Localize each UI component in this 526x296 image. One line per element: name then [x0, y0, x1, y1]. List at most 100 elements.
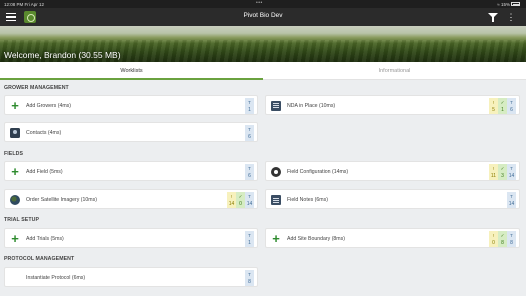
- total-badge: T6: [245, 164, 254, 180]
- card-add-site-boundary[interactable]: + Add Site Boundary (8ms) ! 0 ✓ 8 T8: [265, 228, 520, 248]
- check-icon: ✓: [238, 193, 243, 199]
- total-symbol: T: [248, 126, 251, 132]
- card-instantiate-protocol[interactable]: Instantiate Protocol (6ms) T8: [4, 267, 258, 287]
- contacts-icon: [10, 128, 20, 138]
- total-count: 1: [248, 239, 251, 246]
- total-count: 8: [248, 278, 251, 285]
- badge-group: ! 0 ✓ 8 T8: [489, 231, 516, 247]
- complete-badge: ✓ 8: [498, 231, 507, 247]
- app-title: Pivot Bio Dev: [243, 12, 283, 19]
- notes-icon: [271, 195, 281, 205]
- time-text: 12:08 PM: [4, 1, 24, 7]
- complete-badge: ✓ 0: [236, 192, 245, 208]
- card-label: Instantiate Protocol (6ms): [26, 274, 86, 281]
- globe-icon: [10, 195, 20, 205]
- multitask-dots[interactable]: •••: [256, 0, 263, 6]
- total-badge: T6: [245, 125, 254, 141]
- total-symbol: T: [510, 193, 513, 199]
- plus-icon: +: [11, 98, 19, 113]
- tab-bar: Worklists Informational: [0, 62, 526, 80]
- card-label: Add Growers (4ms): [26, 102, 71, 109]
- card-contacts[interactable]: Contacts (4ms) T6: [4, 122, 258, 142]
- total-symbol: T: [248, 99, 251, 105]
- total-symbol: T: [248, 165, 251, 171]
- total-badge: T8: [507, 231, 516, 247]
- card-order-satellite-imagery[interactable]: Order Satellite Imagery (10ms) ! 14 ✓ 0 T1…: [4, 189, 258, 209]
- warning-badge: ! 11: [489, 164, 498, 180]
- app-bar: Pivot Bio Dev ⋮: [0, 8, 526, 26]
- total-count: 14: [508, 200, 515, 207]
- status-time: 12:08 PM Fri Apr 12: [4, 2, 44, 7]
- card-label: Add Site Boundary (8ms): [287, 235, 345, 242]
- badge-group: T8: [245, 270, 254, 286]
- card-label: Contacts (4ms): [26, 129, 62, 136]
- total-count: 14: [508, 172, 515, 179]
- tab-informational[interactable]: Informational: [263, 62, 526, 80]
- complete-count: 1: [501, 106, 504, 113]
- total-badge: T6: [507, 98, 516, 114]
- total-badge: T 14: [507, 192, 516, 208]
- total-badge: T1: [245, 231, 254, 247]
- card-add-trials[interactable]: + Add Trials (5ms) T1: [4, 228, 258, 248]
- warning-count: 5: [492, 106, 495, 113]
- check-icon: ✓: [500, 232, 505, 238]
- badge-group: T 14: [507, 192, 516, 208]
- total-symbol: T: [248, 232, 251, 238]
- welcome-text: Welcome, Brandon (30.55 MB): [4, 50, 121, 60]
- total-badge: T 14: [245, 192, 254, 208]
- card-label: Field Configuration (14ms): [287, 168, 349, 175]
- total-badge: T 14: [507, 164, 516, 180]
- badge-group: ! 11 ✓ 3 T 14: [489, 164, 516, 180]
- total-symbol: T: [510, 99, 513, 105]
- card-nda-in-place[interactable]: NDA in Place (10ms) ! 5 ✓ 1 T6: [265, 95, 520, 115]
- gear-icon: [271, 167, 281, 177]
- warning-symbol: !: [492, 165, 495, 171]
- card-label: NDA in Place (10ms): [287, 102, 336, 109]
- complete-count: 8: [501, 239, 504, 246]
- total-badge: T1: [245, 98, 254, 114]
- section-fields: FIELDS: [4, 151, 24, 157]
- card-field-configuration[interactable]: Field Configuration (14ms) ! 11 ✓ 3 T 14: [265, 161, 520, 181]
- card-add-growers[interactable]: + Add Growers (4ms) T1: [4, 95, 258, 115]
- card-field-notes[interactable]: Field Notes (6ms) T 14: [265, 189, 520, 209]
- section-protocol-management: PROTOCOL MANAGEMENT: [4, 256, 75, 262]
- warning-count: 11: [490, 172, 497, 179]
- card-add-field[interactable]: + Add Field (5ms) T6: [4, 161, 258, 181]
- total-count: 14: [246, 200, 253, 207]
- total-badge: T8: [245, 270, 254, 286]
- complete-badge: ✓ 3: [498, 164, 507, 180]
- warning-symbol: !: [492, 99, 495, 105]
- status-right: ≈ 15%: [497, 2, 520, 7]
- complete-badge: ✓ 1: [498, 98, 507, 114]
- document-icon: [271, 101, 281, 111]
- badge-group: T6: [245, 125, 254, 141]
- section-grower-management: GROWER MANAGEMENT: [4, 85, 69, 91]
- total-count: 8: [510, 239, 513, 246]
- battery-percent: 15%: [500, 1, 510, 7]
- badge-group: T6: [245, 164, 254, 180]
- plus-icon: +: [11, 231, 19, 246]
- plus-icon: +: [11, 164, 19, 179]
- total-count: 6: [248, 172, 251, 179]
- total-symbol: T: [248, 271, 251, 277]
- status-bar: 12:08 PM Fri Apr 12 ••• ≈ 15%: [0, 0, 526, 8]
- warning-count: 14: [228, 200, 235, 207]
- check-icon: ✓: [500, 165, 505, 171]
- filter-icon[interactable]: [488, 13, 498, 22]
- total-symbol: T: [248, 193, 251, 199]
- warning-badge: ! 0: [489, 231, 498, 247]
- badge-group: T1: [245, 98, 254, 114]
- warning-badge: ! 5: [489, 98, 498, 114]
- complete-count: 3: [501, 172, 504, 179]
- badge-group: T1: [245, 231, 254, 247]
- total-symbol: T: [510, 165, 513, 171]
- total-symbol: T: [510, 232, 513, 238]
- more-options-icon[interactable]: ⋮: [505, 12, 517, 22]
- battery-icon: [511, 2, 520, 6]
- badge-group: ! 5 ✓ 1 T6: [489, 98, 516, 114]
- banner-image: Welcome, Brandon (30.55 MB): [0, 26, 526, 62]
- tab-worklists[interactable]: Worklists: [0, 62, 263, 80]
- total-count: 6: [248, 133, 251, 140]
- warning-symbol: !: [492, 232, 495, 238]
- card-label: Field Notes (6ms): [287, 196, 328, 203]
